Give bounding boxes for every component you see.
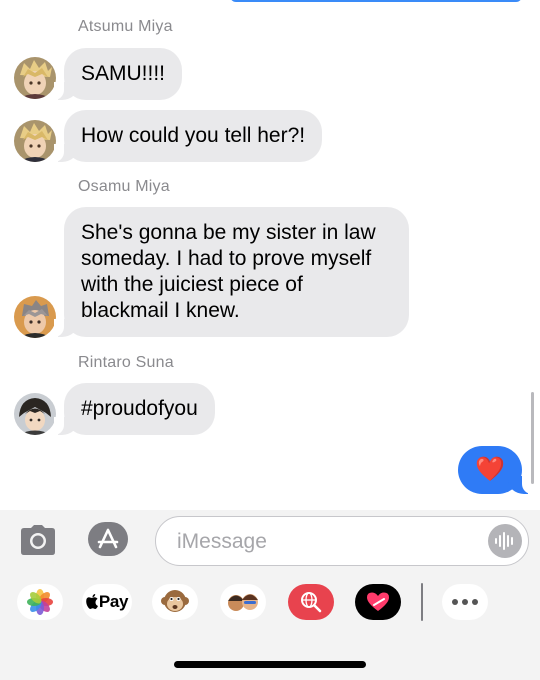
photos-icon (27, 589, 53, 615)
memoji-button[interactable] (220, 584, 266, 620)
camera-button[interactable] (20, 524, 56, 556)
apple-pay-label: Pay (98, 592, 129, 611)
heart-emoji: ❤️ (475, 456, 505, 483)
message-bubble[interactable]: #proudofyou (54, 383, 215, 435)
home-indicator[interactable] (174, 661, 366, 668)
heart-touch-icon (367, 592, 389, 611)
monkey-icon (161, 590, 189, 612)
message-bubble[interactable]: She's gonna be my sister in law someday.… (54, 207, 409, 337)
app-store-icon (97, 528, 119, 549)
memoji-icon (228, 594, 258, 611)
animoji-button[interactable] (152, 584, 198, 620)
audio-waveform-icon (495, 532, 513, 550)
message-input-placeholder: iMessage (177, 530, 267, 553)
previous-outgoing-bubble (230, 0, 522, 2)
more-apps-button[interactable] (442, 584, 488, 620)
more-icon (452, 599, 478, 605)
message-input[interactable]: iMessage (155, 516, 529, 566)
avatar[interactable] (14, 57, 56, 99)
avatar[interactable] (14, 296, 56, 338)
scrollbar[interactable] (531, 392, 534, 484)
digital-touch-button[interactable] (355, 584, 401, 620)
sender-name: Rintaro Suna (78, 354, 174, 371)
drawer-divider (421, 583, 423, 621)
avatar[interactable] (14, 393, 56, 435)
apple-pay-button[interactable]: Pay (82, 584, 132, 620)
camera-icon (21, 525, 55, 555)
outgoing-message-bubble[interactable]: ❤️ (458, 446, 532, 494)
audio-message-button[interactable] (488, 524, 522, 558)
photos-app-button[interactable] (17, 584, 63, 620)
image-search-button[interactable] (288, 584, 334, 620)
message-bubble[interactable]: How could you tell her?! (53, 110, 323, 162)
globe-search-icon (301, 592, 322, 613)
message-bubble[interactable]: SAMU!!!! (53, 48, 183, 100)
sender-name: Atsumu Miya (78, 18, 173, 35)
avatar[interactable] (14, 120, 56, 162)
app-store-button[interactable] (88, 522, 128, 556)
apple-logo-icon (86, 594, 98, 609)
sender-name: Osamu Miya (78, 178, 170, 195)
